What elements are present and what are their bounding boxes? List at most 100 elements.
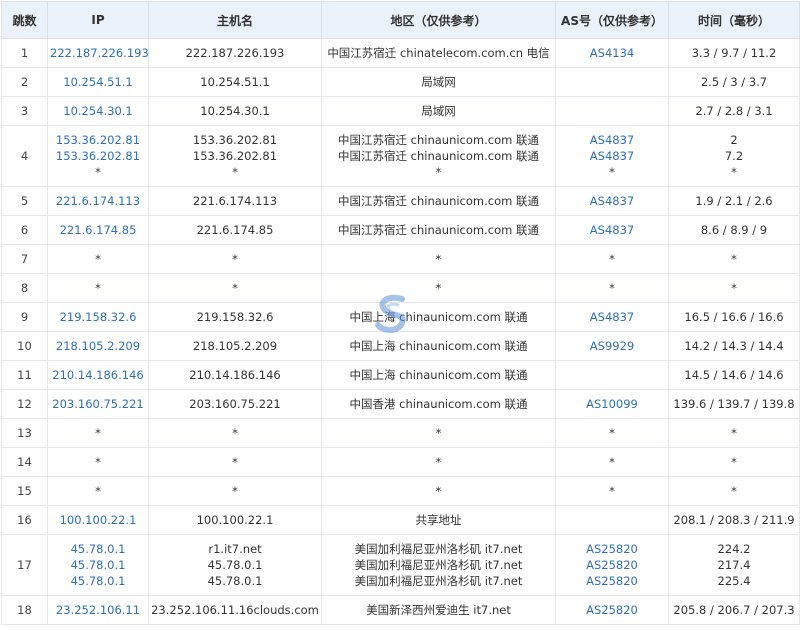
hop-cell: 15 xyxy=(1,476,48,506)
as-value[interactable]: AS4837 xyxy=(558,148,666,164)
host-value: 221.6.174.113 xyxy=(192,194,278,208)
table-row: 3 10.254.30.1 10.254.30.1 局域网 2.7 / 2.8 / 3.… xyxy=(1,96,800,126)
hop-cell: 2 xyxy=(1,67,48,97)
as-value: * xyxy=(609,426,615,440)
region-value: 美国加利福尼亚州洛杉矶 it7.net xyxy=(354,574,523,588)
time-cell: 224.2 217.4 225.4 xyxy=(668,534,800,596)
ip-value[interactable]: 10.254.51.1 xyxy=(50,74,146,90)
time-value: * xyxy=(731,165,737,179)
time-cell: 1.9 / 2.1 / 2.6 xyxy=(668,186,800,216)
host-value: 100.100.22.1 xyxy=(196,513,274,527)
ip-value[interactable]: 45.78.0.1 xyxy=(50,573,146,589)
time-value: 16.5 / 16.6 / 16.6 xyxy=(684,310,784,324)
hop-cell: 12 xyxy=(1,389,48,419)
table-header: 跳数 IP 主机名 地区（仅供参考） AS号（仅供参考） 时间（毫秒） xyxy=(1,1,800,39)
region-value: 中国上海 chinaunicom.com 联通 xyxy=(349,368,528,382)
host-value: 10.254.30.1 xyxy=(200,104,270,118)
as-value[interactable]: AS9929 xyxy=(558,338,666,354)
as-value[interactable]: AS4837 xyxy=(558,193,666,209)
table-row: 16 100.100.22.1 100.100.22.1 共享地址 208.1 / 20… xyxy=(1,505,800,535)
as-value: * xyxy=(609,165,615,179)
ip-cell: * xyxy=(47,244,149,274)
ip-value[interactable]: 203.160.75.221 xyxy=(50,396,146,412)
as-value: * xyxy=(609,484,615,498)
as-cell: * xyxy=(555,476,669,506)
ip-value[interactable]: 45.78.0.1 xyxy=(50,557,146,573)
as-value[interactable]: AS25820 xyxy=(558,573,666,589)
hop-cell: 5 xyxy=(1,186,48,216)
time-cell: 205.8 / 206.7 / 207.3 xyxy=(668,595,800,625)
as-value[interactable]: AS25820 xyxy=(558,541,666,557)
region-value: * xyxy=(435,165,442,179)
ip-cell: 10.254.30.1 xyxy=(47,96,149,126)
time-cell: 14.2 / 14.3 / 14.4 xyxy=(668,331,800,361)
host-value: * xyxy=(232,252,238,266)
ip-value[interactable]: 221.6.174.113 xyxy=(50,193,146,209)
ip-value[interactable]: 100.100.22.1 xyxy=(50,512,146,528)
header-time: 时间（毫秒） xyxy=(668,1,800,39)
as-value[interactable]: AS25820 xyxy=(558,602,666,618)
ip-value[interactable]: 10.254.30.1 xyxy=(50,103,146,119)
hop-cell: 1 xyxy=(1,38,48,68)
ip-value[interactable]: 218.105.2.209 xyxy=(50,338,146,354)
region-cell: 中国上海 chinaunicom.com 联通 xyxy=(321,331,556,361)
ip-cell: * xyxy=(47,273,149,303)
ip-value[interactable]: 221.6.174.85 xyxy=(50,222,146,238)
region-cell: * xyxy=(321,418,556,448)
ip-value[interactable]: 219.158.32.6 xyxy=(50,309,146,325)
ip-value[interactable]: 153.36.202.81 xyxy=(50,132,146,148)
region-value: 中国江苏宿迁 chinaunicom.com 联通 xyxy=(337,149,539,163)
time-cell: * xyxy=(668,418,800,448)
time-value: * xyxy=(731,426,737,440)
region-value: 中国江苏宿迁 chinatelecom.com.cn 电信 xyxy=(327,46,550,60)
table-row: 12 203.160.75.221 203.160.75.221 中国香港 china… xyxy=(1,389,800,419)
host-value: 210.14.186.146 xyxy=(189,368,281,382)
time-cell: 14.5 / 14.6 / 14.6 xyxy=(668,360,800,390)
hop-cell: 4 xyxy=(1,125,48,187)
as-cell: AS4837 xyxy=(555,186,669,216)
hop-cell: 14 xyxy=(1,447,48,477)
region-cell: 美国新泽西州爱迪生 it7.net xyxy=(321,595,556,625)
ip-cell: * xyxy=(47,418,149,448)
ip-cell: 210.14.186.146 xyxy=(47,360,149,390)
time-value: 14.2 / 14.3 / 14.4 xyxy=(684,339,784,353)
traceroute-table: 跳数 IP 主机名 地区（仅供参考） AS号（仅供参考） 时间（毫秒） 1 222… xyxy=(1,1,800,625)
as-value[interactable]: AS4837 xyxy=(558,309,666,325)
table-row: 5 221.6.174.113 221.6.174.113 中国江苏宿迁 chinau… xyxy=(1,186,800,216)
region-cell: 美国加利福尼亚州洛杉矶 it7.net 美国加利福尼亚州洛杉矶 it7.net 美国… xyxy=(321,534,556,596)
ip-value[interactable]: 210.14.186.146 xyxy=(50,367,146,383)
as-value[interactable]: AS4837 xyxy=(558,222,666,238)
hostname-cell: 100.100.22.1 xyxy=(148,505,322,535)
host-value: * xyxy=(232,455,238,469)
region-value: 局域网 xyxy=(421,104,456,118)
region-cell: 中国江苏宿迁 chinaunicom.com 联通 xyxy=(321,215,556,245)
host-value: 219.158.32.6 xyxy=(196,310,274,324)
hostname-cell: * xyxy=(148,476,322,506)
hop-cell: 7 xyxy=(1,244,48,274)
hop-cell: 8 xyxy=(1,273,48,303)
region-value: 美国加利福尼亚州洛杉矶 it7.net xyxy=(354,542,523,556)
ip-value[interactable]: 23.252.106.11 xyxy=(50,602,146,618)
table-row: 14 * * * * * xyxy=(1,447,800,477)
time-value: 3.3 / 9.7 / 11.2 xyxy=(691,46,777,60)
as-value[interactable]: AS10099 xyxy=(558,396,666,412)
ip-value[interactable]: 222.187.226.193 xyxy=(50,45,148,61)
ip-value[interactable]: 153.36.202.81 xyxy=(50,148,146,164)
host-value: 218.105.2.209 xyxy=(192,339,278,353)
as-value[interactable]: AS4837 xyxy=(558,132,666,148)
time-cell: 208.1 / 208.3 / 211.9 xyxy=(668,505,800,535)
hostname-cell: 10.254.30.1 xyxy=(148,96,322,126)
region-value: 中国上海 chinaunicom.com 联通 xyxy=(349,310,528,324)
ip-value[interactable]: 45.78.0.1 xyxy=(50,541,146,557)
as-cell: * xyxy=(555,418,669,448)
region-cell: 中国香港 chinaunicom.com 联通 xyxy=(321,389,556,419)
as-value[interactable]: AS4134 xyxy=(558,45,666,61)
region-cell: 共享地址 xyxy=(321,505,556,535)
time-value: 1.9 / 2.1 / 2.6 xyxy=(695,194,773,208)
as-value: * xyxy=(609,281,615,295)
host-value: 222.187.226.193 xyxy=(185,46,285,60)
table-row: 7 * * * * * xyxy=(1,244,800,274)
hop-cell: 18 xyxy=(1,595,48,625)
as-value[interactable]: AS25820 xyxy=(558,557,666,573)
host-value: * xyxy=(232,484,238,498)
